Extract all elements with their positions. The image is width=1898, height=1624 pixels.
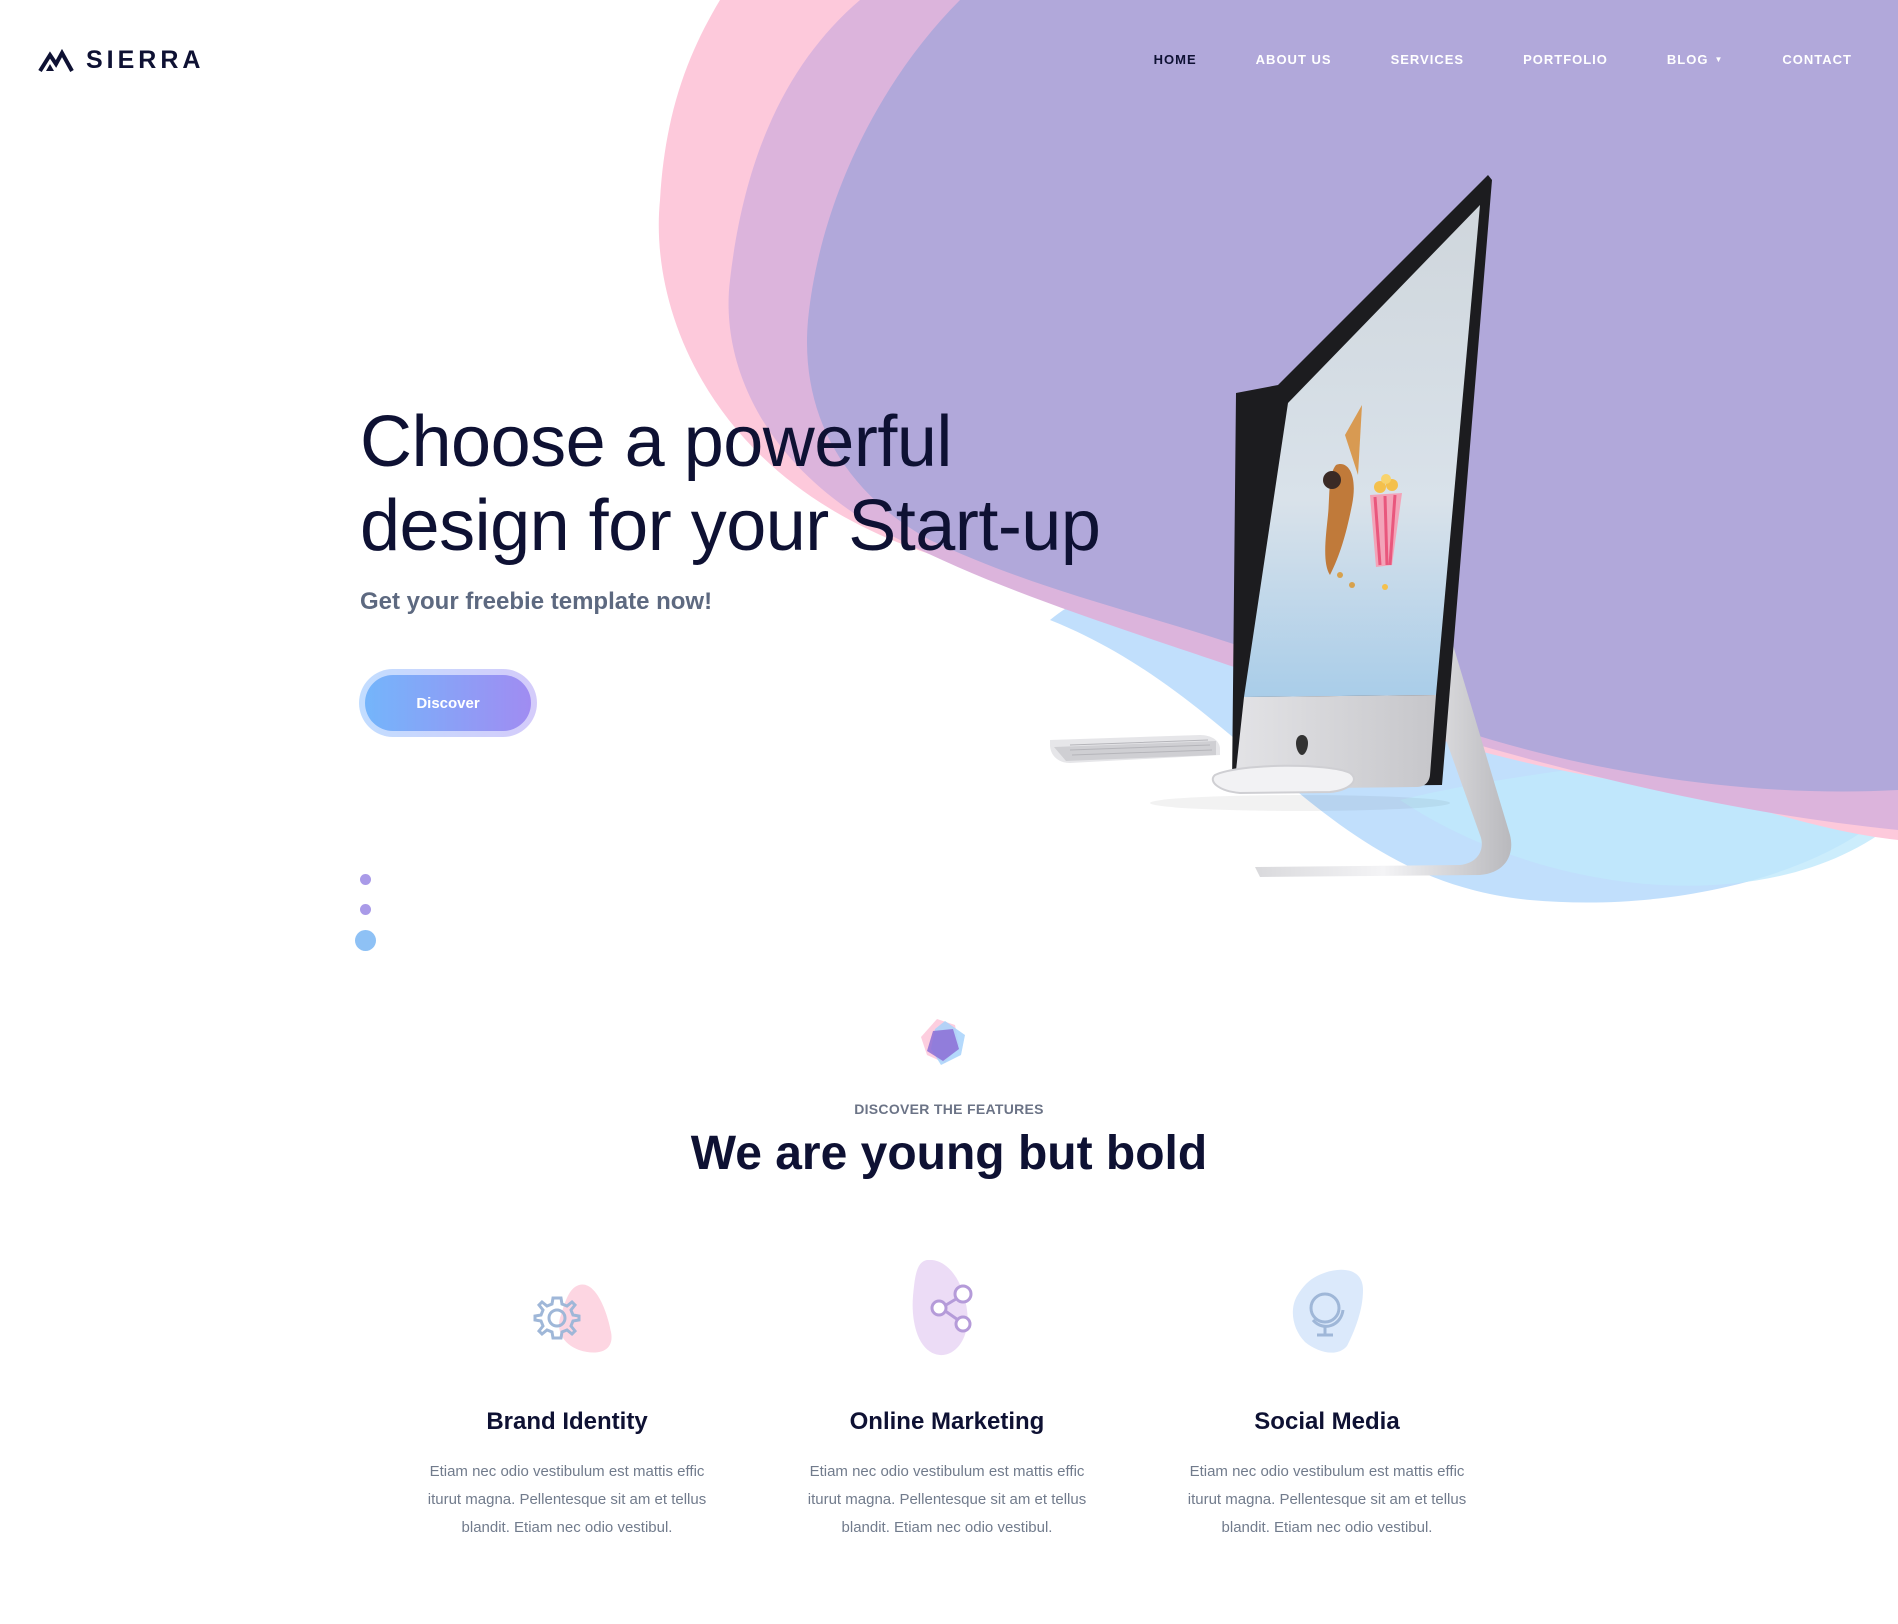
brand-logo[interactable]: SIERRA	[38, 46, 204, 75]
mountain-icon	[38, 48, 74, 73]
nav-home[interactable]: HOME	[1154, 52, 1197, 67]
feature-card-social-media: Social Media Etiam nec odio vestibulum e…	[1167, 1260, 1487, 1542]
slider-dot-2[interactable]	[360, 904, 371, 915]
hero-title-line-1: Choose a powerful	[360, 402, 952, 482]
feature-text: Etiam nec odio vestibulum est mattis eff…	[807, 1463, 1087, 1536]
feature-card-brand-identity: Brand Identity Etiam nec odio vestibulum…	[407, 1260, 727, 1542]
hero-title-line-2: design for your Start-up	[360, 486, 1101, 566]
feature-icon-wrapper	[1267, 1260, 1387, 1370]
slider-dot-1[interactable]	[360, 874, 371, 885]
section-title: We are young but bold	[690, 1127, 1208, 1180]
feature-icon-wrapper	[887, 1259, 1007, 1370]
feature-text: Etiam nec odio vestibulum est mattis eff…	[427, 1463, 707, 1536]
site-header: SIERRA HOME ABOUT US SERVICES PORTFOLIO …	[0, 0, 1898, 126]
nav-about-us[interactable]: ABOUT US	[1256, 52, 1332, 67]
discover-button-halo: Discover	[359, 669, 537, 737]
nav-blog[interactable]: BLOG ▼	[1667, 52, 1723, 67]
slider-dot-3-active[interactable]	[355, 930, 376, 951]
feature-title: Social Media	[1254, 1408, 1400, 1435]
hero-title: Choose a powerful design for your Start-…	[360, 400, 1180, 568]
nav-services[interactable]: SERVICES	[1391, 52, 1465, 67]
discover-button[interactable]: Discover	[365, 675, 531, 731]
feature-card-online-marketing: Online Marketing Etiam nec odio vestibul…	[787, 1259, 1107, 1542]
feature-text: Etiam nec odio vestibulum est mattis eff…	[1187, 1463, 1467, 1536]
features-list: Brand Identity Etiam nec odio vestibulum…	[407, 1259, 1547, 1560]
feature-title: Online Marketing	[849, 1408, 1045, 1435]
hero-content: Choose a powerful design for your Start-…	[360, 400, 1180, 616]
nav-contact[interactable]: CONTACT	[1782, 52, 1852, 67]
main-nav: HOME ABOUT US SERVICES PORTFOLIO BLOG ▼ …	[1154, 52, 1852, 67]
nav-portfolio[interactable]: PORTFOLIO	[1523, 52, 1608, 67]
nav-blog-label: BLOG	[1666, 52, 1709, 67]
hero-subtitle: Get your freebie template now!	[360, 588, 713, 615]
caret-down-icon: ▼	[1714, 55, 1724, 64]
feature-icon-wrapper	[507, 1260, 627, 1370]
feature-title: Brand Identity	[486, 1408, 648, 1435]
brand-name: SIERRA	[86, 46, 205, 74]
section-eyebrow: DISCOVER THE FEATURES	[854, 1101, 1044, 1117]
section-blob-icon	[921, 1019, 965, 1065]
